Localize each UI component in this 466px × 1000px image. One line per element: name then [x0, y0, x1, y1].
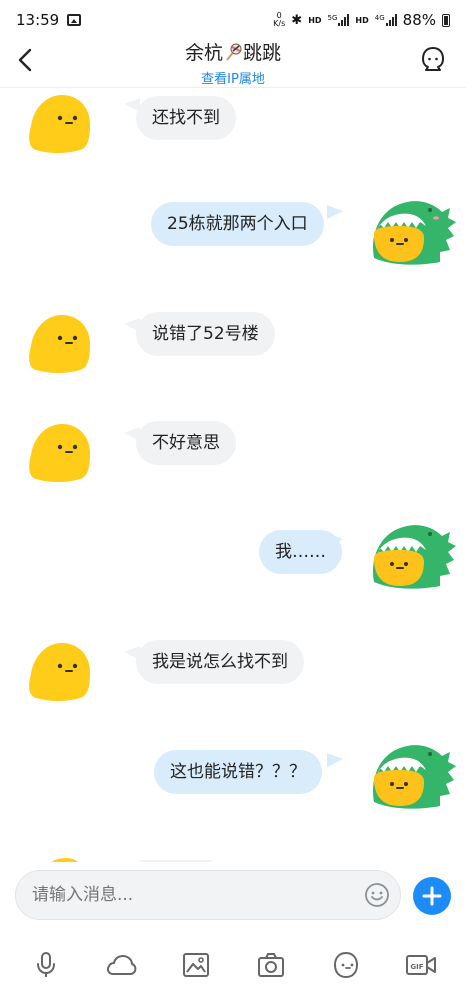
bluetooth-icon: ✱ [291, 12, 303, 28]
chat-header: 余杭 跳跳 查看IP属地 [0, 40, 466, 88]
signal-4g-icon: 4G [375, 14, 397, 26]
yellow-blob-avatar[interactable] [26, 312, 94, 376]
status-bar: 13:59 0 K/s ✱ HD 5G HD 4G 88% [0, 0, 466, 40]
hd-label-1: HD [308, 15, 322, 25]
plus-icon [422, 886, 442, 906]
cloud-icon [106, 955, 136, 975]
message-bubble-outgoing[interactable]: 25栋就那两个入口 [151, 202, 324, 246]
battery-icon [442, 13, 450, 27]
camera-icon [257, 953, 284, 977]
emoji-icon [333, 951, 358, 979]
message-input[interactable] [15, 870, 401, 920]
composer-bar [0, 862, 466, 932]
net-speed-indicator: 0 K/s [273, 12, 285, 28]
net-speed-unit: K/s [273, 19, 286, 28]
message-list[interactable]: 还找不到 25栋就那两个入口 说错了52号楼 不好意思 我…… 我是说怎么找不到… [0, 88, 466, 862]
emoji-icon[interactable] [364, 882, 390, 908]
status-left: 13:59 [16, 11, 82, 29]
voice-button[interactable] [29, 948, 63, 982]
bubble-tail [327, 205, 343, 219]
signal-5g-tag: 5G [327, 14, 338, 22]
dinosaur-avatar[interactable] [370, 196, 456, 268]
gif-label: GIF [410, 963, 423, 971]
add-button[interactable] [413, 877, 451, 915]
message-bubble-incoming[interactable]: 不好意思 [136, 421, 236, 465]
gallery-notification-icon [67, 14, 82, 26]
sticker-button[interactable] [329, 948, 363, 982]
chat-title-part2: 跳跳 [243, 42, 282, 64]
signal-4g-tag: 4G [374, 14, 385, 22]
message-bubble-outgoing[interactable]: 这也能说错？？？ [154, 750, 322, 794]
chat-title-part1: 余杭 [184, 42, 223, 64]
image-icon [182, 953, 209, 977]
battery-percent: 88% [402, 11, 436, 29]
image-button[interactable] [179, 948, 213, 982]
message-bubble-incoming[interactable]: 还找不到 [136, 96, 236, 140]
dinosaur-avatar[interactable] [370, 740, 456, 812]
gif-video-button[interactable]: GIF [404, 948, 438, 982]
composer-toolbar: GIF [0, 940, 466, 990]
hd-label-2: HD [355, 15, 369, 25]
yellow-blob-avatar[interactable] [26, 421, 94, 485]
bubble-tail [327, 533, 343, 547]
bubble-tail [327, 753, 343, 767]
yellow-blob-avatar[interactable] [26, 92, 94, 156]
status-right: 0 K/s ✱ HD 5G HD 4G 88% [273, 11, 450, 29]
message-bubble-incoming[interactable]: 说错了52号楼 [136, 312, 275, 356]
microphone-icon [36, 952, 55, 977]
signal-5g-icon: 5G [328, 14, 350, 26]
profile-icon[interactable] [418, 44, 448, 74]
message-bubble-incoming[interactable]: 我是说怎么找不到 [136, 640, 304, 684]
cloud-button[interactable] [104, 948, 138, 982]
dinosaur-avatar[interactable] [370, 520, 456, 592]
gif-icon: GIF [405, 955, 436, 975]
candy-sticker-icon [226, 43, 242, 61]
chat-title: 余杭 跳跳 [0, 40, 466, 66]
status-time: 13:59 [16, 11, 60, 29]
camera-button[interactable] [254, 948, 288, 982]
yellow-blob-avatar[interactable] [26, 640, 94, 704]
view-ip-location-link[interactable]: 查看IP属地 [0, 68, 466, 87]
